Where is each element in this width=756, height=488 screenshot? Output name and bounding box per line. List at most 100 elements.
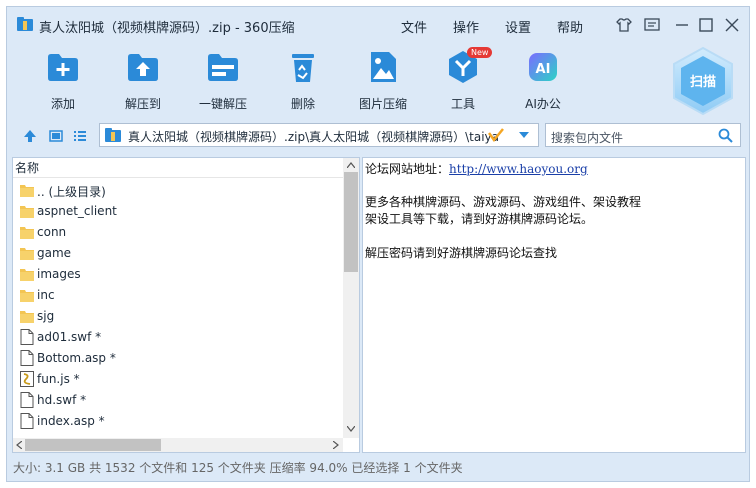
extract-to-button[interactable]: 解压到 — [103, 49, 183, 112]
extract-to-label: 解压到 — [124, 97, 161, 111]
hscroll-thumb[interactable] — [25, 439, 161, 451]
list-item[interactable]: index.asp * — [13, 411, 343, 432]
file-icon — [20, 413, 34, 429]
list-item[interactable]: game — [13, 243, 343, 264]
scroll-down-icon[interactable] — [347, 426, 355, 432]
add-button[interactable]: 添加 — [23, 49, 103, 112]
scan-label: 扫描 — [690, 74, 716, 90]
chevron-down-icon[interactable] — [518, 130, 530, 140]
list-item[interactable]: aspnet_client — [13, 201, 343, 222]
image-compress-icon — [371, 52, 396, 82]
scroll-right-icon[interactable] — [333, 441, 339, 449]
comment-line-3: 架设工具等下载，请到好游棋牌源码论坛。 — [365, 212, 594, 226]
folder-icon — [20, 308, 34, 324]
up-arrow-icon[interactable] — [23, 129, 37, 143]
search-input[interactable]: 搜索包内文件 — [545, 123, 741, 147]
menu-settings[interactable]: 设置 — [505, 17, 531, 36]
ai-office-button[interactable]: AI AI办公 — [503, 49, 583, 112]
list-item-name: game — [37, 246, 72, 260]
folder-icon — [20, 245, 34, 261]
status-bar: 大小: 3.1 GB 共 1532 个文件和 125 个文件夹 压缩率 94.0… — [13, 461, 463, 475]
tools-label: 工具 — [450, 97, 475, 111]
list-item[interactable]: hd.swf * — [13, 390, 343, 411]
comment-line-forum: 论坛网站地址：http://www.haoyou.org — [365, 160, 588, 177]
one-click-extract-button[interactable]: 一键解压 — [183, 49, 263, 112]
archive-icon — [105, 128, 121, 142]
list-item-name: Bottom.asp * — [37, 351, 116, 365]
comment-line-4: 解压密码请到好游棋牌源码论坛查找 — [365, 246, 558, 260]
vertical-scrollbar[interactable] — [343, 158, 359, 438]
delete-button[interactable]: 删除 — [263, 49, 343, 112]
image-compress-label: 图片压缩 — [358, 97, 407, 111]
menu-file[interactable]: 文件 — [401, 17, 427, 36]
forum-link[interactable]: http://www.haoyou.org — [449, 162, 588, 176]
list-item-name: images — [37, 267, 81, 281]
add-folder-icon — [48, 54, 78, 81]
one-click-extract-label: 一键解压 — [198, 97, 247, 111]
list-item-name: sjg — [37, 309, 55, 323]
list-item-name: index.asp * — [37, 414, 105, 428]
skin-shirt-icon[interactable] — [615, 16, 633, 34]
menu-operate[interactable]: 操作 — [453, 17, 479, 36]
list-item[interactable]: images — [13, 264, 343, 285]
toolbar: 添加 解压到 一键解压 删除 图片压缩 New 工具 AI AI办公 扫描 — [7, 41, 749, 119]
list-item[interactable]: fun.js * — [13, 369, 343, 390]
close-icon[interactable] — [723, 16, 741, 34]
file-icon — [20, 392, 34, 408]
thumbnail-view-icon[interactable] — [49, 129, 63, 143]
ai-office-icon: AI — [529, 53, 557, 81]
list-item[interactable]: conn — [13, 222, 343, 243]
folder-icon — [20, 266, 34, 282]
list-item[interactable]: ad01.swf * — [13, 327, 343, 348]
forum-label: 论坛网站地址： — [365, 162, 450, 176]
scan-button[interactable]: 扫描 — [669, 45, 737, 117]
menu-help[interactable]: 帮助 — [557, 17, 583, 36]
file-icon — [20, 329, 34, 345]
tools-button[interactable]: New 工具 — [423, 47, 503, 112]
comment-line-2: 更多各种棋牌源码、游戏源码、游戏组件、架设教程 — [365, 195, 642, 209]
file-icon — [20, 350, 34, 366]
address-path[interactable]: 真人汰阳城（视频棋牌源码）.zip\真人太阳城（视频棋牌源码）\taiya — [128, 128, 510, 145]
one-click-extract-icon — [208, 54, 238, 81]
list-item[interactable]: Bottom.asp * — [13, 348, 343, 369]
title-bar: 真人汰阳城（视频棋牌源码）.zip - 360压缩 文件 操作 设置 帮助 — [7, 7, 749, 41]
list-item-name: .. (上级目录) — [37, 185, 106, 199]
maximize-icon[interactable] — [697, 16, 715, 34]
ai-office-label: AI办公 — [525, 97, 561, 111]
folder-icon — [20, 224, 34, 240]
folder-icon — [20, 182, 34, 198]
js-file-icon — [20, 371, 34, 387]
add-label: 添加 — [50, 97, 75, 111]
address-row: 真人汰阳城（视频棋牌源码）.zip\真人太阳城（视频棋牌源码）\taiya 搜索… — [7, 119, 749, 153]
app-window: 真人汰阳城（视频棋牌源码）.zip - 360压缩 文件 操作 设置 帮助 添加… — [6, 6, 750, 482]
extract-to-icon — [128, 54, 158, 81]
horizontal-scrollbar[interactable] — [13, 438, 343, 452]
archive-app-icon — [17, 17, 33, 31]
scroll-thumb[interactable] — [344, 172, 358, 272]
folder-icon — [20, 203, 34, 219]
scroll-left-icon[interactable] — [16, 441, 22, 449]
recycle-bin-icon — [292, 54, 314, 82]
new-badge: New — [467, 47, 493, 58]
feedback-icon[interactable] — [643, 16, 661, 34]
image-compress-button[interactable]: 图片压缩 — [343, 49, 423, 112]
list-item[interactable]: .. (上级目录) — [13, 180, 343, 201]
ai-icon-text: AI — [536, 62, 551, 77]
list-item[interactable]: sjg — [13, 306, 343, 327]
list-item[interactable]: inc — [13, 285, 343, 306]
minimize-icon[interactable] — [673, 16, 691, 34]
delete-label: 删除 — [290, 97, 315, 111]
list-view-icon[interactable] — [73, 129, 87, 143]
list-item-name: inc — [37, 288, 55, 302]
folder-icon — [20, 287, 34, 303]
search-icon[interactable] — [718, 128, 733, 143]
archive-comment-pane: 论坛网站地址：http://www.haoyou.org 更多各种棋牌源码、游戏… — [362, 157, 746, 453]
scroll-up-icon[interactable] — [347, 162, 355, 168]
list-item-name: hd.swf * — [37, 393, 87, 407]
address-bar[interactable]: 真人汰阳城（视频棋牌源码）.zip\真人太阳城（视频棋牌源码）\taiya — [99, 123, 539, 147]
search-placeholder: 搜索包内文件 — [551, 131, 624, 145]
window-title: 真人汰阳城（视频棋牌源码）.zip - 360压缩 — [39, 21, 295, 36]
column-header-name[interactable]: 名称 — [13, 158, 343, 178]
list-item-name: fun.js * — [37, 372, 80, 386]
list-item-name: conn — [37, 225, 67, 239]
